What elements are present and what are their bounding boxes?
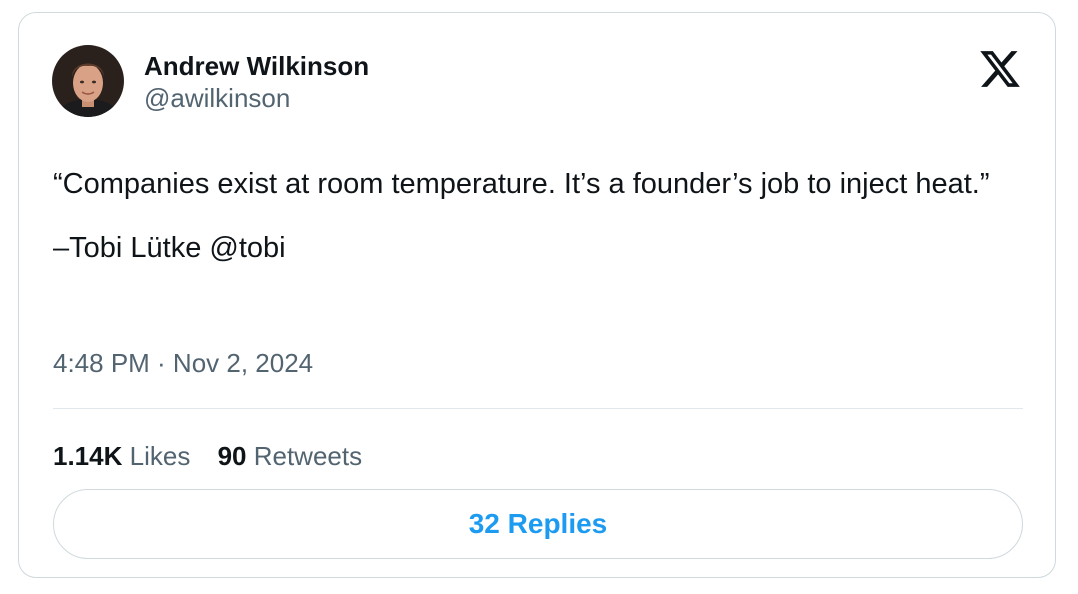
tweet-card: Andrew Wilkinson @awilkinson “Companies … (18, 12, 1056, 578)
tweet-attribution: –Tobi Lütke @tobi (53, 232, 286, 264)
tweet-text: “Companies exist at room temperature. It… (53, 168, 990, 200)
x-logo-icon[interactable] (978, 47, 1022, 91)
likes-count: 1.14K (53, 441, 123, 471)
likes-label: Likes (129, 441, 191, 471)
tweet-body: “Companies exist at room temperature. It… (53, 160, 1043, 272)
author-handle[interactable]: @awilkinson (144, 83, 290, 113)
tweet-stats: 1.14K Likes 90 Retweets (53, 440, 382, 472)
author-name[interactable]: Andrew Wilkinson (144, 51, 369, 81)
retweets-stat[interactable]: 90 Retweets (218, 440, 363, 472)
likes-stat[interactable]: 1.14K Likes (53, 440, 190, 472)
tweet-timestamp[interactable]: 4:48 PM · Nov 2, 2024 (53, 347, 313, 379)
profile-photo-icon (52, 45, 124, 117)
replies-button[interactable]: 32 Replies (53, 489, 1023, 559)
retweets-count: 90 (217, 441, 247, 471)
retweets-label: Retweets (253, 441, 363, 471)
divider (53, 408, 1023, 409)
author-avatar[interactable] (52, 45, 124, 117)
